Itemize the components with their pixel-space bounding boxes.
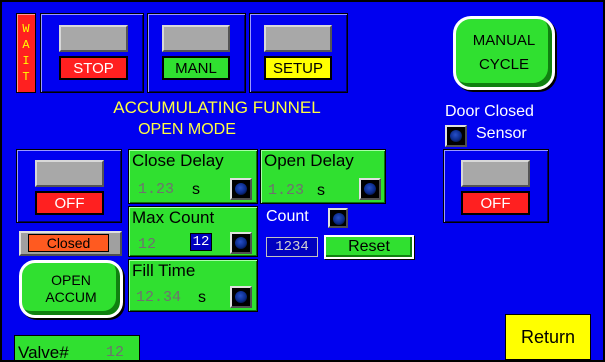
max-count-edit-icon[interactable]	[230, 232, 252, 254]
count-label: Count	[266, 208, 309, 225]
open-accum-line2: ACCUM	[45, 289, 97, 305]
close-delay-box: Close Delay 1.23 s	[128, 149, 258, 204]
door-sensor-indicator-icon	[445, 125, 467, 147]
close-delay-value: 1.23	[138, 181, 175, 198]
right-status-lamp	[461, 160, 530, 187]
door-closed-label: Door Closed	[445, 103, 534, 120]
wait-letter: W	[22, 22, 30, 36]
manual-cycle-line1: MANUAL	[472, 32, 536, 49]
valve-label: Valve#	[18, 343, 69, 362]
fill-time-value: 12.34	[136, 289, 182, 306]
count-indicator-icon	[328, 208, 348, 228]
open-delay-value: 1.23	[268, 182, 305, 199]
wait-indicator: W A I T	[16, 13, 36, 93]
stop-lamp	[59, 25, 128, 52]
mode-label: OPEN MODE	[138, 121, 236, 138]
wait-letter: T	[22, 70, 30, 84]
open-delay-edit-icon[interactable]	[359, 178, 381, 200]
fill-time-unit: s	[198, 289, 206, 306]
open-accum-button[interactable]: OPEN ACCUM	[19, 260, 123, 318]
sensor-label: Sensor	[476, 125, 527, 142]
wait-letter: A	[22, 38, 30, 52]
valve-number-box: Valve# 12	[14, 335, 140, 362]
manual-button[interactable]: MANL	[162, 56, 230, 80]
hmi-screen: W A I T STOP MANL SETUP MANUAL CYCLE ACC…	[0, 0, 605, 362]
fill-time-box: Fill Time 12.34 s	[128, 259, 258, 312]
max-count-setpoint[interactable]: 12	[190, 233, 212, 251]
wait-letter: I	[22, 54, 30, 68]
setup-lamp	[264, 25, 332, 52]
open-delay-box: Open Delay 1.23 s	[260, 149, 386, 204]
left-status-lamp	[35, 160, 104, 187]
left-off-button[interactable]: OFF	[35, 191, 104, 215]
count-value: 1234	[266, 237, 318, 257]
fill-time-edit-icon[interactable]	[230, 286, 252, 308]
open-delay-label: Open Delay	[264, 151, 354, 170]
reset-button[interactable]: Reset	[324, 235, 414, 259]
open-delay-unit: s	[317, 182, 325, 199]
setup-button[interactable]: SETUP	[264, 56, 332, 80]
fill-time-label: Fill Time	[132, 261, 196, 280]
close-delay-edit-icon[interactable]	[230, 178, 252, 200]
page-title: ACCUMULATING FUNNEL	[113, 98, 321, 117]
max-count-value: 12	[138, 236, 157, 253]
return-button[interactable]: Return	[505, 314, 591, 360]
manual-cycle-line2: CYCLE	[478, 56, 529, 73]
manual-cycle-button[interactable]: MANUAL CYCLE	[453, 16, 555, 90]
closed-status-label: Closed	[28, 234, 109, 252]
door-sensor-off-button[interactable]: OFF	[461, 191, 530, 215]
stop-button[interactable]: STOP	[59, 56, 128, 80]
close-delay-label: Close Delay	[132, 151, 224, 170]
max-count-label: Max Count	[132, 208, 215, 227]
manl-lamp	[162, 25, 230, 52]
open-accum-line1: OPEN	[51, 272, 91, 288]
close-delay-unit: s	[192, 181, 200, 198]
valve-value: 12	[106, 344, 125, 361]
max-count-box: Max Count 12 12	[128, 206, 258, 257]
